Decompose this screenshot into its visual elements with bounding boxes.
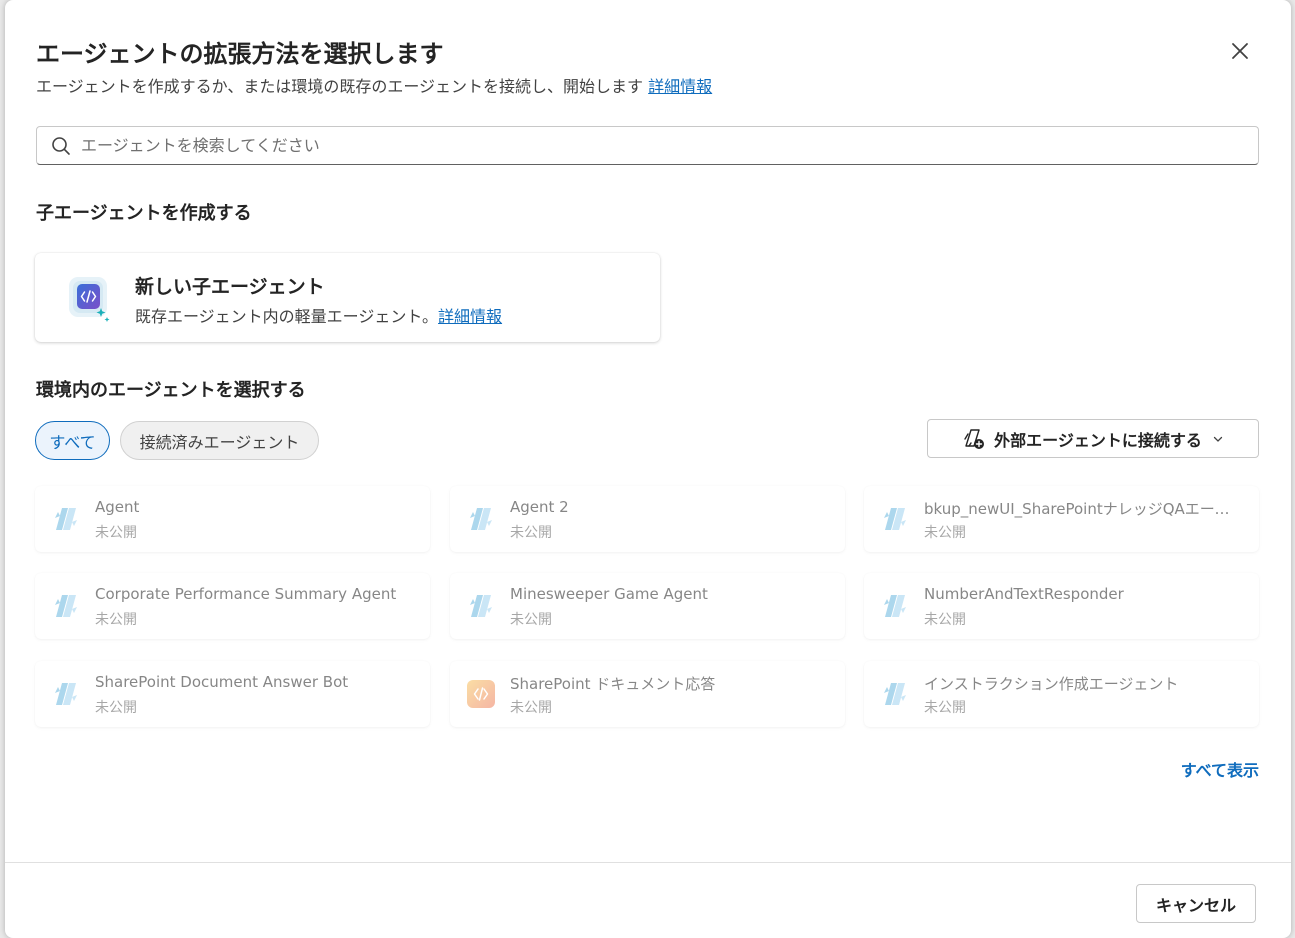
agent-status: 未公開 <box>95 700 137 716</box>
agent-name: Minesweeper Game Agent <box>510 585 708 603</box>
footer-divider <box>5 862 1291 863</box>
agent-card[interactable]: インストラクション作成エージェント 未公開 <box>864 661 1259 727</box>
copilot-studio-icon <box>466 591 496 621</box>
close-icon <box>1232 43 1248 59</box>
close-button[interactable] <box>1225 36 1255 66</box>
agent-name: Agent 2 <box>510 498 569 516</box>
new-child-agent-title: 新しい子エージェント <box>135 276 325 298</box>
agent-name: SharePoint ドキュメント応答 <box>510 675 716 693</box>
agent-status: 未公開 <box>924 525 966 541</box>
copilot-studio-icon <box>880 591 910 621</box>
new-child-agent-description-text: 既存エージェント内の軽量エージェント。 <box>135 307 439 326</box>
chevron-down-icon <box>1212 433 1224 445</box>
dialog-subtitle: エージェントを作成するか、または環境の既存のエージェントを接続し、開始します 詳… <box>36 73 712 97</box>
code-agent-orange-icon <box>466 679 496 709</box>
agent-status: 未公開 <box>924 700 966 716</box>
create-section-heading: 子エージェントを作成する <box>36 203 252 224</box>
agent-card[interactable]: Minesweeper Game Agent 未公開 <box>450 573 845 639</box>
search-icon <box>52 136 70 155</box>
connect-external-agent-label: 外部エージェントに接続する <box>994 430 1202 450</box>
agent-name: SharePoint Document Answer Bot <box>95 673 349 691</box>
agent-name: インストラクション作成エージェント <box>924 675 1179 693</box>
agent-card[interactable]: NumberAndTextResponder 未公開 <box>864 573 1259 639</box>
agent-name: Agent <box>95 498 140 516</box>
new-child-agent-card[interactable]: 新しい子エージェント 既存エージェント内の軽量エージェント。詳細情報 <box>35 253 660 342</box>
agent-card[interactable]: bkup_newUI_SharePointナレッジQAエージェント 未公開 <box>864 486 1259 552</box>
agent-status: 未公開 <box>510 700 552 716</box>
child-agent-icon <box>65 275 113 327</box>
connect-external-agent-button[interactable]: 外部エージェントに接続する <box>927 419 1259 458</box>
agent-name: Corporate Performance Summary Agent <box>95 585 397 603</box>
dialog-subtitle-text: エージェントを作成するか、または環境の既存のエージェントを接続し、開始します <box>36 77 644 96</box>
select-section-heading: 環境内のエージェントを選択する <box>36 380 306 401</box>
agent-status: 未公開 <box>95 525 137 541</box>
extend-agent-dialog: エージェントの拡張方法を選択します エージェントを作成するか、または環境の既存の… <box>5 0 1291 938</box>
show-all-link[interactable]: すべて表示 <box>1165 757 1259 781</box>
agent-card[interactable]: SharePoint Document Answer Bot 未公開 <box>35 661 430 727</box>
copilot-studio-icon <box>51 679 81 709</box>
filter-connected-agents-pill[interactable]: 接続済みエージェント <box>120 421 319 460</box>
learn-more-link[interactable]: 詳細情報 <box>648 77 712 96</box>
filter-all-pill[interactable]: すべて <box>35 421 110 460</box>
new-child-agent-description: 既存エージェント内の軽量エージェント。詳細情報 <box>135 303 502 327</box>
copilot-studio-icon <box>51 591 81 621</box>
agent-card[interactable]: SharePoint ドキュメント応答 未公開 <box>450 661 845 727</box>
copilot-studio-icon <box>880 504 910 534</box>
copilot-studio-icon <box>466 504 496 534</box>
agent-name: bkup_newUI_SharePointナレッジQAエージェント <box>924 500 1244 518</box>
cancel-button[interactable]: キャンセル <box>1136 884 1256 923</box>
search-input[interactable] <box>79 135 1258 156</box>
copilot-studio-icon <box>51 504 81 534</box>
child-agent-learn-more-link[interactable]: 詳細情報 <box>438 307 502 326</box>
agent-status: 未公開 <box>95 612 137 628</box>
agent-card[interactable]: Agent 未公開 <box>35 486 430 552</box>
agent-card[interactable]: Corporate Performance Summary Agent 未公開 <box>35 573 430 639</box>
copilot-studio-icon <box>880 679 910 709</box>
agent-status: 未公開 <box>510 612 552 628</box>
agent-card[interactable]: Agent 2 未公開 <box>450 486 845 552</box>
agent-status: 未公開 <box>510 525 552 541</box>
agent-name: NumberAndTextResponder <box>924 585 1124 603</box>
external-agent-add-icon <box>962 427 986 451</box>
dialog-title: エージェントの拡張方法を選択します <box>36 40 444 68</box>
agent-status: 未公開 <box>924 612 966 628</box>
search-box[interactable] <box>36 126 1259 165</box>
